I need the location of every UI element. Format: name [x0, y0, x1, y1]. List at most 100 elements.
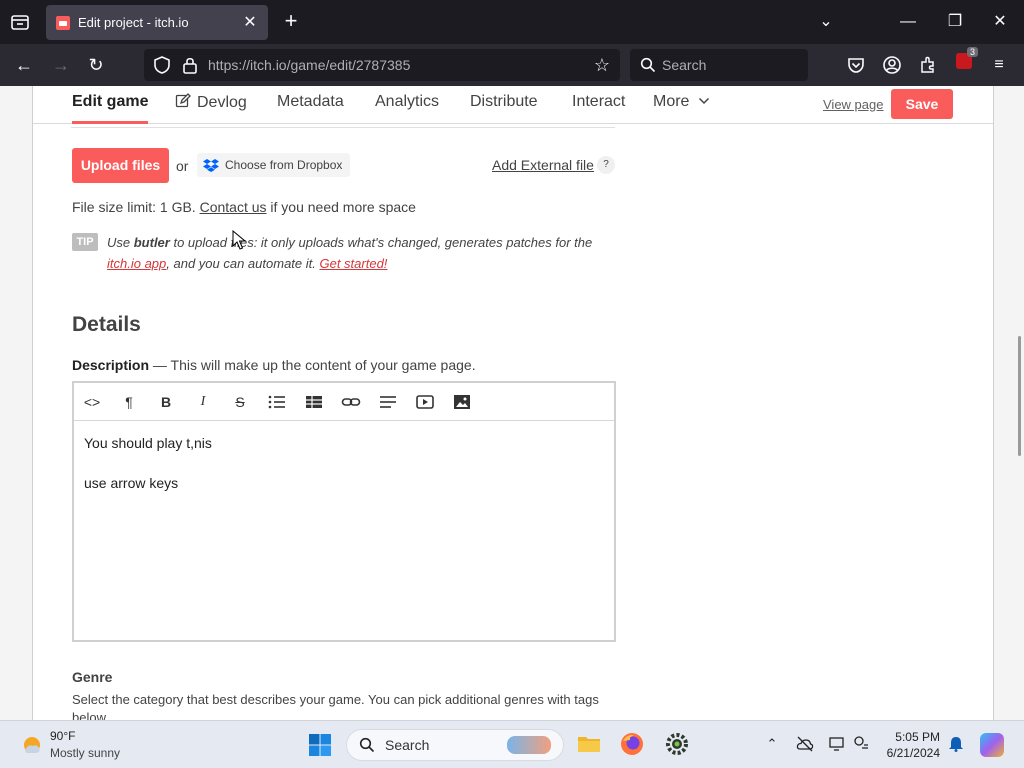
- edit-game-card: Edit game Devlog Metadata Analytics Dist…: [32, 86, 994, 720]
- extension-badge-count: 3: [966, 47, 978, 57]
- edit-nav-tabs: Edit game Devlog Metadata Analytics Dist…: [33, 87, 993, 124]
- display-icon[interactable]: [828, 735, 846, 753]
- file-explorer-icon[interactable]: [576, 731, 602, 757]
- itchio-favicon-icon: [56, 15, 70, 30]
- paragraph-icon[interactable]: ¶: [119, 392, 139, 412]
- contact-us-link[interactable]: Contact us: [200, 199, 267, 215]
- butler-text: butler: [133, 235, 170, 250]
- tab-more[interactable]: More: [653, 93, 710, 124]
- italic-icon[interactable]: I: [193, 392, 213, 412]
- tab-interact[interactable]: Interact: [572, 93, 625, 124]
- tab-more-label: More: [653, 93, 690, 110]
- size-limit-prefix: File size limit: 1 GB.: [72, 199, 200, 215]
- editor-toolbar: <> ¶ B I S: [74, 383, 614, 421]
- close-icon[interactable]: ✕: [242, 14, 258, 31]
- tip-text: Use butler to upload files: it only uplo…: [107, 232, 607, 274]
- notification-bell-icon[interactable]: [947, 735, 965, 753]
- image-icon[interactable]: [452, 392, 472, 412]
- description-title: Description: [72, 357, 150, 373]
- mouse-cursor-icon: [232, 230, 246, 250]
- network-icon[interactable]: [853, 735, 871, 753]
- page-scrollbar[interactable]: [1018, 336, 1021, 456]
- dropbox-icon: [203, 159, 219, 172]
- taskbar-search[interactable]: Search: [346, 729, 564, 761]
- bullet-list-icon[interactable]: [267, 392, 287, 412]
- menu-icon[interactable]: ≡: [988, 54, 1010, 76]
- windows-start-icon[interactable]: [308, 733, 332, 757]
- settings-gear-icon[interactable]: [664, 731, 690, 757]
- link-icon[interactable]: [341, 392, 361, 412]
- weather-sun-icon[interactable]: [20, 733, 44, 757]
- tab-distribute[interactable]: Distribute: [470, 93, 538, 124]
- taskbar-search-label: Search: [385, 737, 430, 753]
- description-editor[interactable]: <> ¶ B I S You should play t,nis use arr…: [72, 381, 616, 642]
- genre-heading: Genre: [72, 669, 113, 685]
- tip-use: Use: [107, 235, 134, 250]
- browser-search-placeholder: Search: [662, 57, 707, 73]
- pencil-icon: [175, 93, 191, 108]
- strikethrough-icon[interactable]: S: [230, 392, 250, 412]
- shield-icon[interactable]: [152, 55, 172, 75]
- details-heading: Details: [72, 313, 141, 336]
- size-limit-suffix: if you need more space: [266, 199, 416, 215]
- cloud-offline-icon[interactable]: [796, 735, 814, 753]
- weather-description[interactable]: Mostly sunny: [50, 746, 120, 760]
- clock-time: 5:05 PM: [895, 730, 940, 744]
- page-viewport: Edit game Devlog Metadata Analytics Dist…: [0, 86, 1024, 720]
- system-clock[interactable]: 5:05 PM 6/21/2024: [882, 729, 940, 761]
- pocket-icon[interactable]: [845, 54, 867, 76]
- view-page-link[interactable]: View page: [823, 97, 883, 112]
- tab-title: Edit project - itch.io: [78, 15, 189, 30]
- save-button[interactable]: Save: [891, 89, 953, 119]
- genre-description: Select the category that best describes …: [72, 692, 599, 720]
- ublock-extension-icon[interactable]: 3: [956, 47, 978, 69]
- account-icon[interactable]: [881, 54, 903, 76]
- tab-metadata[interactable]: Metadata: [277, 93, 344, 124]
- dropbox-button[interactable]: Choose from Dropbox: [197, 153, 351, 177]
- tab-devlog[interactable]: Devlog: [175, 93, 247, 124]
- browser-nav-bar: ← → ↻ https://itch.io/game/edit/2787385 …: [0, 44, 1024, 86]
- description-label: Description — This will make up the cont…: [72, 357, 476, 373]
- or-text: or: [176, 158, 189, 174]
- copilot-icon[interactable]: [980, 733, 1004, 757]
- back-icon[interactable]: ←: [13, 54, 35, 76]
- minimize-icon[interactable]: —: [896, 10, 920, 34]
- video-icon[interactable]: [415, 392, 435, 412]
- upload-files-button[interactable]: Upload files: [72, 148, 169, 183]
- forward-icon[interactable]: →: [50, 54, 72, 76]
- clock-date: 6/21/2024: [886, 746, 940, 760]
- code-icon[interactable]: <>: [82, 392, 102, 412]
- editor-line: use arrow keys: [84, 475, 179, 491]
- bold-icon[interactable]: B: [156, 392, 176, 412]
- editor-content[interactable]: You should play t,nis use arrow keys: [84, 433, 212, 513]
- search-icon: [359, 737, 375, 753]
- new-tab-button[interactable]: +: [280, 10, 302, 32]
- dropbox-label: Choose from Dropbox: [225, 158, 343, 172]
- restore-icon[interactable]: ❐: [943, 10, 967, 34]
- window-close-icon[interactable]: ✕: [988, 10, 1012, 34]
- chevron-down-icon[interactable]: ⌄: [814, 10, 838, 34]
- help-icon[interactable]: ?: [597, 156, 615, 174]
- windows-taskbar: 90°F Mostly sunny Search ⌃ 5:05 PM 6/21/…: [0, 720, 1024, 768]
- firefox-icon[interactable]: [619, 731, 645, 757]
- weather-temperature[interactable]: 90°F: [50, 729, 75, 743]
- table-icon[interactable]: [304, 392, 324, 412]
- tab-analytics[interactable]: Analytics: [375, 93, 439, 124]
- star-icon[interactable]: ☆: [592, 55, 612, 75]
- editor-line: You should play t,nis: [84, 435, 212, 451]
- reload-icon[interactable]: ↻: [85, 54, 107, 76]
- get-started-link[interactable]: Get started!: [319, 256, 387, 271]
- extensions-icon[interactable]: [917, 54, 939, 76]
- active-tab[interactable]: Edit project - itch.io ✕: [46, 5, 268, 40]
- align-icon[interactable]: [378, 392, 398, 412]
- url-bar[interactable]: https://itch.io/game/edit/2787385 ☆: [144, 49, 620, 81]
- tip-badge: TIP: [72, 233, 98, 251]
- tab-edit-game[interactable]: Edit game: [72, 93, 149, 124]
- url-text[interactable]: https://itch.io/game/edit/2787385: [208, 57, 592, 73]
- itchio-app-link[interactable]: itch.io app: [107, 256, 166, 271]
- chevron-up-icon[interactable]: ⌃: [763, 735, 781, 753]
- lock-icon[interactable]: [180, 55, 200, 75]
- add-external-file-link[interactable]: Add External file: [492, 157, 594, 173]
- browser-search-box[interactable]: Search: [630, 49, 808, 81]
- tab-list-icon[interactable]: [10, 12, 30, 32]
